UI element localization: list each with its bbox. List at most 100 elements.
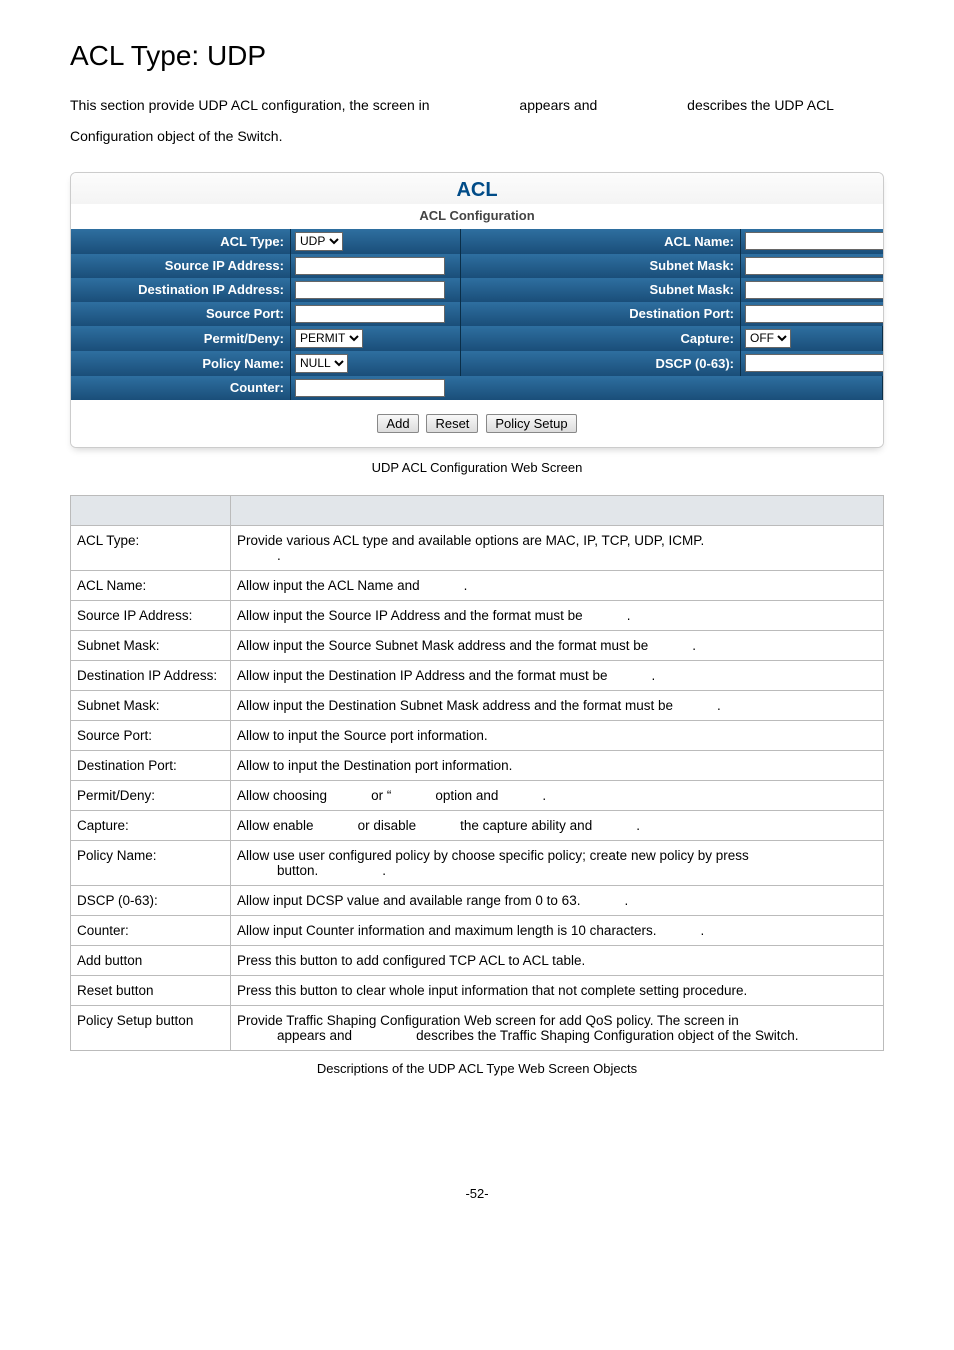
description-cell: Press this button to add configured TCP … [231,945,884,975]
source-port-input[interactable] [295,305,445,323]
acl-type-select[interactable]: UDP [295,232,343,251]
object-cell: Add button [71,945,231,975]
form-row: Permit/Deny: PERMIT Capture: OFF [71,326,883,351]
acl-form: ACL Type: UDP ACL Name: Source IP Addres… [71,229,883,400]
desc-seg: . [542,788,550,803]
object-cell: Counter: [71,915,231,945]
label-acl-type: ACL Type: [71,229,291,254]
object-cell: DSCP (0-63): [71,885,231,915]
capture-select[interactable]: OFF [745,329,791,348]
table-row: Source Port:Allow to input the Source po… [71,720,884,750]
subnet-mask-2-input[interactable] [745,281,884,299]
desc-seg: Allow input the ACL Name and [237,578,424,593]
intro-seg: This section provide UDP ACL configurati… [70,97,436,113]
desc-seg: . [651,668,659,683]
description-cell: Allow input the Source Subnet Mask addre… [231,630,884,660]
table-row: Source IP Address: Allow input the Source… [71,600,884,630]
desc-seg: Allow input Counter information and maxi… [237,923,660,938]
table-row: Destination IP Address: Allow input the D… [71,660,884,690]
object-cell: Capture: [71,810,231,840]
object-cell: Source IP Address: [71,600,231,630]
description-cell: Allow use user configured policy by choo… [231,840,884,885]
desc-seg: option and [435,788,502,803]
desc-seg: . [627,608,635,623]
desc-seg: Allow input the Destination IP Address a… [237,668,611,683]
th-desc: . [231,495,884,525]
desc-seg: . [382,863,390,878]
dscp-input[interactable] [745,354,884,372]
th-object: . [71,495,231,525]
label-dst-ip: Destination IP Address: [71,278,291,302]
table-row: Policy Name:Allow use user configured po… [71,840,884,885]
label-policy: Policy Name: [71,351,291,376]
permit-deny-select[interactable]: PERMIT [295,329,363,348]
label-src-port: Source Port: [71,302,291,326]
description-cell: Allow input Counter information and maxi… [231,915,884,945]
form-row: Counter: [71,376,883,400]
table-row: DSCP (0-63):Allow input DCSP value and a… [71,885,884,915]
desc-seg: Allow use user configured policy by choo… [237,848,753,863]
button-bar: Add Reset Policy Setup [71,400,883,447]
label-subnet1: Subnet Mask: [461,254,741,278]
form-row: Source Port: Destination Port: [71,302,883,326]
label-src-ip: Source IP Address: [71,254,291,278]
table-row: Reset button Press this button to clear w… [71,975,884,1005]
desc-seg: . [717,698,725,713]
description-cell: Allow enableor disablethe capture abilit… [231,810,884,840]
add-button[interactable]: Add [377,414,418,433]
form-row: Source IP Address: Subnet Mask: [71,254,883,278]
table-row: Counter: Allow input Counter information … [71,915,884,945]
panel-title: ACL [71,173,883,204]
policy-name-select[interactable]: NULL [295,354,348,373]
desc-seg: Allow to input the Source port informati… [237,728,492,743]
table-row: Destination Port:Allow to input the Dest… [71,750,884,780]
object-cell: Destination IP Address: [71,660,231,690]
description-cell: Allow input the Source IP Address and th… [231,600,884,630]
object-cell: Subnet Mask: [71,630,231,660]
destination-ip-input[interactable] [295,281,445,299]
subnet-mask-1-input[interactable] [745,257,884,275]
desc-seg: Allow choosing [237,788,331,803]
desc-seg: Press this button to add configured TCP … [237,953,589,968]
table-row: Capture:Allow enableor disablethe captur… [71,810,884,840]
policy-setup-button[interactable]: Policy Setup [486,414,576,433]
description-cell: Provide Traffic Shaping Configuration We… [231,1005,884,1050]
intro-paragraph: This section provide UDP ACL configurati… [70,90,884,152]
form-row: Policy Name: NULL DSCP (0-63): [71,351,883,376]
object-cell: ACL Name: [71,570,231,600]
desc-seg: . [636,818,644,833]
description-cell: Allow input the ACL Name and. [231,570,884,600]
form-row: ACL Type: UDP ACL Name: [71,229,883,254]
destination-port-input[interactable] [745,305,884,323]
counter-input[interactable] [295,379,445,397]
description-cell: Allow choosing or “ option and. [231,780,884,810]
description-cell: Allow to input the Destination port info… [231,750,884,780]
table-row: Policy Setup buttonProvide Traffic Shapi… [71,1005,884,1050]
label-dscp: DSCP (0-63): [461,351,741,376]
label-subnet2: Subnet Mask: [461,278,741,302]
desc-seg: or “ [371,788,395,803]
reset-button[interactable]: Reset [426,414,478,433]
table-caption: Descriptions of the UDP ACL Type Web Scr… [70,1061,884,1076]
intro-seg: Configuration object of the Switch. [70,128,288,144]
acl-name-input[interactable] [745,232,884,250]
desc-seg: Provide various ACL type and available o… [237,533,708,548]
desc-seg: Allow enable [237,818,318,833]
form-row: Destination IP Address: Subnet Mask: [71,278,883,302]
intro-seg: describes the UDP ACL [687,97,840,113]
source-ip-input[interactable] [295,257,445,275]
label-counter: Counter: [71,376,291,400]
desc-seg: describes the Traffic Shaping Configurat… [416,1028,802,1043]
desc-seg: Press this button to clear whole input i… [237,983,751,998]
description-cell: Allow input the Destination IP Address a… [231,660,884,690]
desc-seg: appears and [277,1028,356,1043]
object-cell: Reset button [71,975,231,1005]
desc-seg: Allow input the Source IP Address and th… [237,608,587,623]
label-permit: Permit/Deny: [71,326,291,351]
table-row: Subnet Mask:Allow input the Source Subne… [71,630,884,660]
description-cell: Allow input the Destination Subnet Mask … [231,690,884,720]
object-cell: Destination Port: [71,750,231,780]
object-cell: ACL Type: [71,525,231,570]
description-cell: Allow to input the Source port informati… [231,720,884,750]
table-row: ACL Name:Allow input the ACL Name and. [71,570,884,600]
